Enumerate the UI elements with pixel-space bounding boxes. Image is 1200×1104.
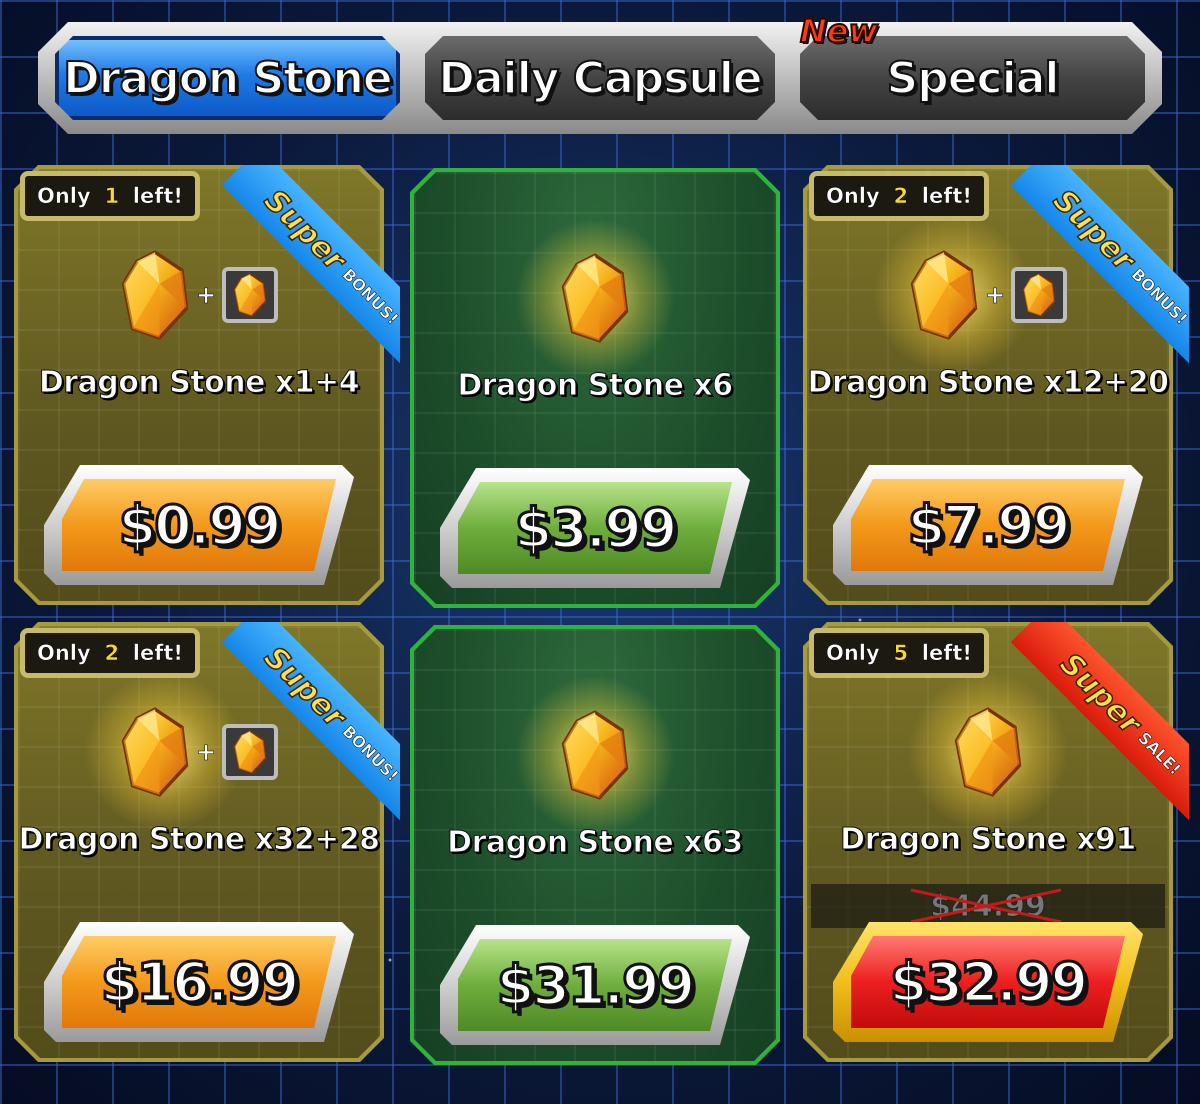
super-bonus-ribbon: Super BONUS! <box>200 165 400 365</box>
product-name: Dragon Stone x32+28 <box>18 822 381 858</box>
price-button[interactable]: $7.99 <box>833 465 1143 585</box>
product-card-x91[interactable]: Only 5 left! Super SALE! Dragon Stone x91 $… <box>803 622 1189 1062</box>
dragon-stone-icon <box>120 707 190 797</box>
product-name: Dragon Stone x6 <box>457 368 734 404</box>
tab-dragon-stone[interactable]: Dragon Stone <box>55 36 400 120</box>
tab-label: Special <box>886 52 1061 105</box>
product-name: Dragon Stone x12+20 <box>807 365 1170 401</box>
product-card-x1[interactable]: Only 1 left! Super BONUS! + Dragon Stone x1… <box>14 165 400 605</box>
stock-badge: Only 1 left! <box>20 171 200 221</box>
product-card-x63[interactable]: Dragon Stone x63 $31.99 <box>410 625 780 1065</box>
super-bonus-ribbon: Super BONUS! <box>200 622 400 822</box>
tab-label: Daily Capsule <box>437 52 763 105</box>
product-name: Dragon Stone x1+4 <box>38 365 360 401</box>
new-badge: New <box>799 11 879 51</box>
product-card-x32[interactable]: Only 2 left! Super BONUS! + Dragon Stone x3… <box>14 622 400 1062</box>
product-name: Dragon Stone x63 <box>447 825 744 861</box>
price-button[interactable]: $16.99 <box>44 922 354 1042</box>
original-price: $44.99 <box>811 884 1165 928</box>
super-bonus-ribbon: Super BONUS! <box>989 165 1189 365</box>
product-card-x6[interactable]: Dragon Stone x6 $3.99 <box>410 168 780 608</box>
product-card-x12[interactable]: Only 2 left! Super BONUS! + Dragon Stone x1… <box>803 165 1189 605</box>
stock-badge: Only 5 left! <box>809 628 989 678</box>
price-button[interactable]: $3.99 <box>440 468 750 588</box>
stock-badge: Only 2 left! <box>809 171 989 221</box>
price-button[interactable]: $32.99 <box>833 922 1143 1042</box>
tab-daily-capsule[interactable]: Daily Capsule <box>425 36 775 120</box>
price-button[interactable]: $0.99 <box>44 465 354 585</box>
dragon-stone-icon <box>560 253 630 343</box>
tab-label: Dragon Stone <box>62 52 393 105</box>
dragon-stone-icon <box>120 250 190 340</box>
stock-badge: Only 2 left! <box>20 628 200 678</box>
super-sale-ribbon: Super SALE! <box>989 622 1189 822</box>
dragon-stone-icon <box>909 250 979 340</box>
price-button[interactable]: $31.99 <box>440 925 750 1045</box>
product-name: Dragon Stone x91 <box>840 822 1137 858</box>
dragon-stone-icon <box>560 710 630 800</box>
strikethrough-icon <box>910 888 1062 924</box>
